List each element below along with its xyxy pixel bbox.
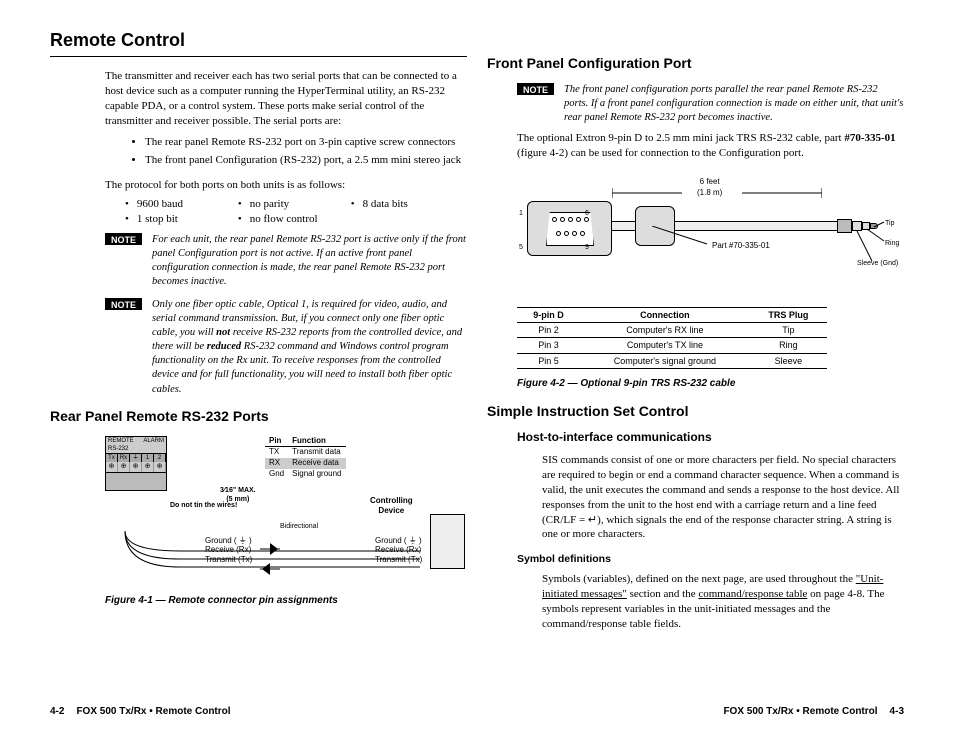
connection-table: 9-pin D Connection TRS Plug Pin 2Compute… (517, 307, 827, 369)
title-rule (50, 56, 467, 57)
wire-icon (120, 491, 440, 576)
proto-item: no flow control (238, 212, 351, 227)
symbol-paragraph: Symbols (variables), defined on the next… (542, 572, 904, 631)
pin-label: 9 (585, 243, 589, 252)
pin-label: 1 (519, 209, 523, 218)
intro-paragraph: The transmitter and receiver each has tw… (105, 69, 467, 128)
dsub-connector-icon (527, 201, 612, 256)
note-badge: NOTE (105, 233, 142, 245)
figure-caption: Figure 4-1 — Remote connector pin assign… (105, 594, 467, 608)
proto-item: 8 data bits (351, 197, 464, 212)
page-footer: FOX 500 Tx/Rx • Remote Control 4-3 (487, 699, 904, 719)
symbol-def-heading: Symbol definitions (517, 552, 904, 566)
rear-panel-heading: Rear Panel Remote RS-232 Ports (50, 407, 467, 426)
callout-lines-icon (852, 219, 892, 269)
note-badge: NOTE (517, 83, 554, 95)
note-block: NOTE For each unit, the rear panel Remot… (105, 233, 467, 290)
protocol-intro: The protocol for both ports on both unit… (105, 178, 467, 193)
table-header: Connection (580, 308, 750, 323)
table-row: Pin 3Computer's TX lineRing (517, 338, 827, 353)
table-header: TRS Plug (750, 308, 827, 323)
front-panel-heading: Front Panel Configuration Port (487, 54, 904, 73)
proto-item: 1 stop bit (125, 212, 238, 227)
note-badge: NOTE (105, 298, 142, 310)
page-footer: 4-2 FOX 500 Tx/Rx • Remote Control (50, 699, 467, 719)
list-item: The rear panel Remote RS-232 port on 3-p… (145, 135, 467, 150)
note-block: NOTE Only one fiber optic cable, Optical… (105, 298, 467, 397)
connector-block-icon: REMOTE RS-232ALARM Tx Rx ⏚ 1 2 ⊕⊕⊕⊕⊕ (105, 436, 167, 491)
page-number: 4-3 (890, 705, 904, 719)
table-row: Pin 5Computer's signal groundSleeve (517, 353, 827, 368)
footer-title: FOX 500 Tx/Rx • Remote Control (76, 705, 230, 719)
list-item: The front panel Configuration (RS-232) p… (145, 153, 467, 168)
figure-4-2: 6 feet(1.8 m) 1 5 6 9 Part #70-335-01 Ti… (517, 171, 904, 301)
protocol-list: 9600 baud no parity 8 data bits 1 stop b… (125, 197, 467, 227)
right-page: Front Panel Configuration Port NOTE The … (477, 28, 914, 718)
sis-heading: Simple Instruction Set Control (487, 402, 904, 421)
part-number-label: Part #70-335-01 (712, 241, 770, 252)
footer-title: FOX 500 Tx/Rx • Remote Control (723, 705, 877, 719)
proto-item: no parity (238, 197, 351, 212)
page-title: Remote Control (50, 28, 467, 52)
page-number: 4-2 (50, 705, 64, 719)
pin-function-table: PinFunction TXTransmit data RXReceive da… (265, 436, 346, 480)
note-body: Only one fiber optic cable, Optical 1, i… (152, 298, 467, 397)
left-page: Remote Control The transmitter and recei… (40, 28, 477, 718)
port-list: The rear panel Remote RS-232 port on 3-p… (145, 135, 467, 171)
dimension-line-icon (612, 183, 822, 203)
part-callout-icon (652, 226, 712, 251)
note-block: NOTE The front panel configuration ports… (517, 83, 904, 126)
note-body: The front panel configuration ports para… (564, 83, 904, 126)
figure-caption: Figure 4-2 — Optional 9-pin TRS RS-232 c… (517, 377, 904, 391)
sis-paragraph: SIS commands consist of one or more char… (542, 453, 904, 542)
pin-label: 5 (519, 243, 523, 252)
table-header: 9-pin D (517, 308, 580, 323)
note-body: For each unit, the rear panel Remote RS-… (152, 233, 467, 290)
figure-4-1: REMOTE RS-232ALARM Tx Rx ⏚ 1 2 ⊕⊕⊕⊕⊕ Pin… (105, 436, 467, 586)
proto-item: 9600 baud (125, 197, 238, 212)
pin-label: 6 (585, 209, 589, 218)
table-row: Pin 2Computer's RX lineTip (517, 323, 827, 338)
host-comm-heading: Host-to-interface communications (517, 429, 904, 445)
cable-paragraph: The optional Extron 9-pin D to 2.5 mm mi… (517, 131, 904, 161)
